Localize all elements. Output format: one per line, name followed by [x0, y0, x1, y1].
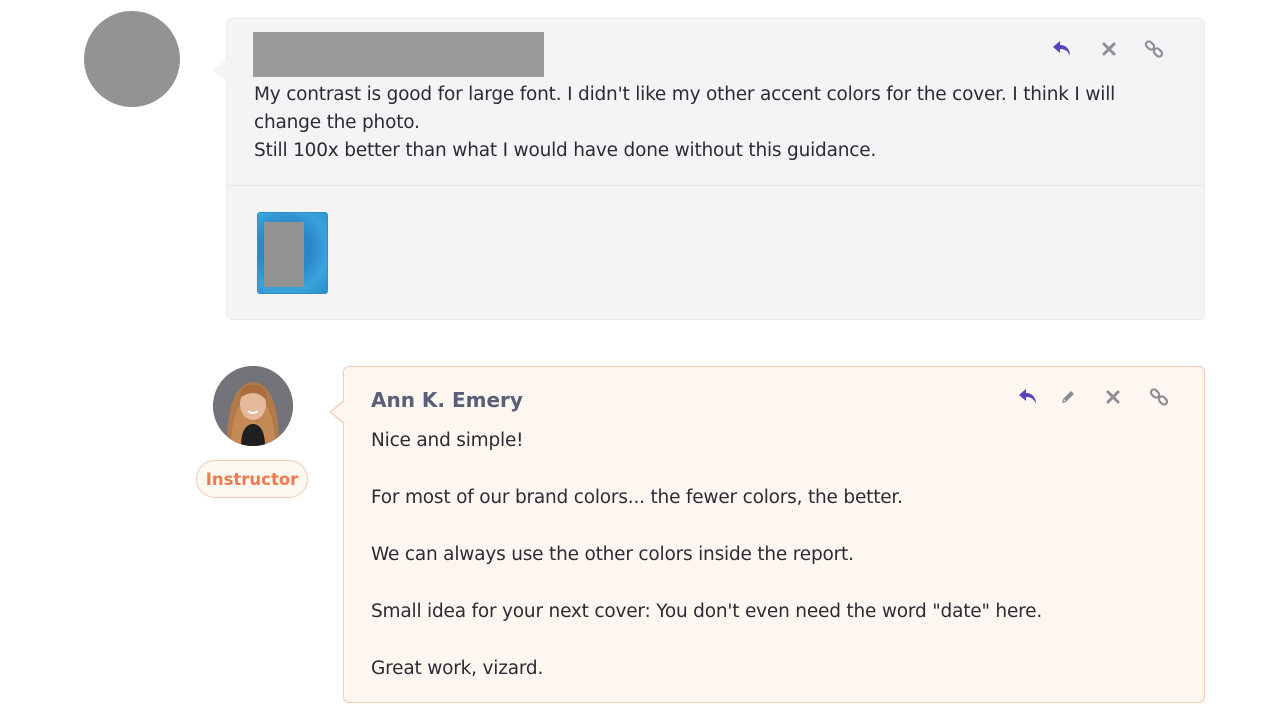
instructor-comment-actions — [1016, 385, 1171, 409]
author-name[interactable]: Ann K. Emery — [371, 388, 523, 412]
instructor-comment-body: Nice and simple! For most of our brand c… — [371, 427, 1171, 684]
comment-paragraph: Small idea for your next cover: You don'… — [371, 601, 1043, 622]
attachment-redacted — [264, 222, 304, 287]
comment-paragraph: Nice and simple! — [371, 430, 524, 451]
instructor-avatar — [213, 366, 293, 446]
student-avatar — [84, 11, 180, 107]
comment-paragraph: Great work, vizard. — [371, 658, 544, 679]
attachment-divider — [227, 185, 1204, 186]
comment-paragraph: We can always use the other colors insid… — [371, 544, 854, 565]
reply-icon[interactable] — [1050, 37, 1074, 61]
student-comment-card: My contrast is good for large font. I di… — [213, 18, 1205, 320]
link-icon[interactable] — [1147, 385, 1171, 409]
comment-text-line: My contrast is good for large font. I di… — [254, 84, 1116, 133]
attachment-thumbnail[interactable] — [257, 212, 328, 294]
instructor-comment-card: Ann K. Emery Nice and simple! For most o… — [329, 366, 1205, 703]
student-comment-body: My contrast is good for large font. I di… — [254, 81, 1184, 165]
edit-icon[interactable] — [1056, 385, 1080, 409]
comment-text-line: Still 100x better than what I would have… — [254, 140, 877, 161]
link-icon[interactable] — [1142, 37, 1166, 61]
comment-paragraph: For most of our brand colors... the fewe… — [371, 487, 903, 508]
student-comment-actions — [1050, 37, 1166, 61]
reply-icon[interactable] — [1016, 385, 1040, 409]
delete-icon[interactable] — [1097, 37, 1121, 61]
delete-icon[interactable] — [1101, 385, 1125, 409]
student-name-redacted — [253, 32, 544, 77]
instructor-badge: Instructor — [196, 460, 308, 498]
